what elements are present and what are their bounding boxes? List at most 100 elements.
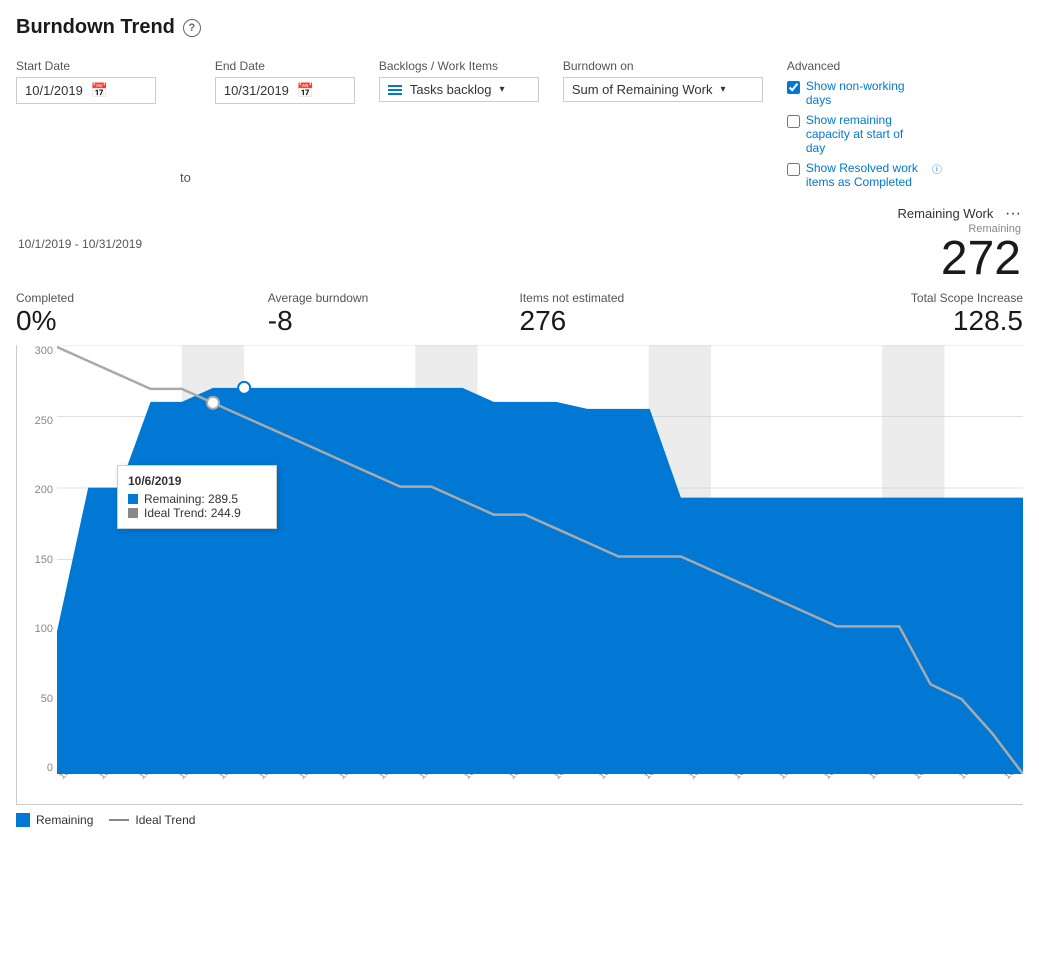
page-header: Burndown Trend ? bbox=[16, 16, 1023, 39]
date-separator: to bbox=[180, 170, 191, 185]
advanced-label: Advanced bbox=[787, 59, 942, 73]
end-date-label: End Date bbox=[215, 59, 355, 73]
x-label-21: 10/21/2019 bbox=[912, 774, 951, 781]
stat-completed-value: 0% bbox=[16, 305, 56, 337]
calendar-icon-start[interactable]: 📅 bbox=[91, 82, 108, 99]
calendar-icon-end[interactable]: 📅 bbox=[297, 82, 314, 99]
x-label-7: 10/7/2019 bbox=[297, 774, 332, 781]
start-date-label: Start Date bbox=[16, 59, 156, 73]
tooltip-ideal: Ideal Trend: 244.9 bbox=[144, 506, 241, 520]
tooltip-remaining-row: Remaining: 289.5 bbox=[128, 492, 266, 506]
y-label-50: 50 bbox=[41, 693, 53, 705]
x-label-2: 10/2/2019 bbox=[97, 774, 132, 781]
tooltip-dot-blue bbox=[128, 494, 138, 504]
x-label-23: 10/23/2019 bbox=[1002, 774, 1023, 781]
show-non-working-row: Show non-working days bbox=[787, 79, 942, 107]
y-label-150: 150 bbox=[35, 554, 53, 566]
legend-row: Remaining Ideal Trend bbox=[16, 813, 1023, 827]
start-date-value: 10/1/2019 bbox=[25, 83, 83, 98]
burndown-dropdown[interactable]: Sum of Remaining Work ▾ bbox=[563, 77, 763, 102]
show-resolved-checkbox[interactable] bbox=[787, 163, 800, 176]
x-label-13: 10/13/2019 bbox=[552, 774, 591, 781]
remaining-work-block: Remaining Work ··· Remaining 272 bbox=[898, 205, 1021, 283]
x-label-3: 10/3/2019 bbox=[137, 774, 172, 781]
stat-avg-burndown-label: Average burndown bbox=[268, 291, 369, 305]
remaining-work-title-text: Remaining Work bbox=[898, 206, 994, 221]
end-date-value: 10/31/2019 bbox=[224, 83, 289, 98]
stat-avg-burndown-value: -8 bbox=[268, 305, 293, 337]
y-label-250: 250 bbox=[35, 415, 53, 427]
x-axis: 10/1/2019 10/2/2019 10/3/2019 10/4/2019 … bbox=[57, 774, 1023, 804]
show-resolved-label[interactable]: Show Resolved work items as Completed bbox=[806, 161, 926, 189]
burndown-value: Sum of Remaining Work bbox=[572, 82, 713, 97]
x-label-1: 10/1/2019 bbox=[57, 774, 92, 781]
x-label-18: 10/18/2019 bbox=[777, 774, 816, 781]
x-label-14: 10/14/2019 bbox=[597, 774, 636, 781]
date-range-row: 10/1/2019 - 10/31/2019 Remaining Work ··… bbox=[16, 205, 1023, 283]
x-label-19: 10/19/2019 bbox=[822, 774, 861, 781]
x-label-9: 10/9/2019 bbox=[377, 774, 412, 781]
legend-ideal-label: Ideal Trend bbox=[135, 813, 195, 827]
x-label-17: 10/17/2019 bbox=[732, 774, 771, 781]
stat-items-label: Items not estimated bbox=[520, 291, 625, 305]
info-icon[interactable]: ⓘ bbox=[932, 161, 942, 176]
remaining-work-value: 272 bbox=[898, 235, 1021, 283]
stat-completed: Completed 0% bbox=[16, 291, 268, 337]
y-label-0: 0 bbox=[47, 762, 53, 774]
legend-remaining-label: Remaining bbox=[36, 813, 93, 827]
y-label-100: 100 bbox=[35, 623, 53, 635]
tooltip-ideal-row: Ideal Trend: 244.9 bbox=[128, 506, 266, 520]
start-date-input[interactable]: 10/1/2019 📅 bbox=[16, 77, 156, 104]
stat-items-value: 276 bbox=[520, 305, 567, 337]
legend-ideal-line bbox=[109, 819, 129, 821]
stat-average-burndown: Average burndown -8 bbox=[268, 291, 520, 337]
tasks-icon bbox=[388, 85, 402, 95]
end-date-input[interactable]: 10/31/2019 📅 bbox=[215, 77, 355, 104]
remaining-work-title: Remaining Work ··· bbox=[898, 205, 1021, 223]
stat-items-not-estimated: Items not estimated 276 bbox=[520, 291, 772, 337]
x-label-16: 10/16/2019 bbox=[687, 774, 726, 781]
tooltip-dot-gray bbox=[128, 508, 138, 518]
stats-row: Completed 0% Average burndown -8 Items n… bbox=[16, 291, 1023, 337]
legend-ideal-trend: Ideal Trend bbox=[109, 813, 195, 827]
help-icon[interactable]: ? bbox=[183, 19, 201, 37]
x-label-4: 10/4/2019 bbox=[177, 774, 212, 781]
y-label-200: 200 bbox=[35, 484, 53, 496]
controls-row: Start Date 10/1/2019 📅 to End Date 10/31… bbox=[16, 59, 1023, 189]
stat-total-scope: Total Scope Increase 128.5 bbox=[771, 291, 1023, 337]
chart-tooltip: 10/6/2019 Remaining: 289.5 Ideal Trend: … bbox=[117, 465, 277, 529]
x-label-6: 10/6/2019 bbox=[257, 774, 292, 781]
show-non-working-checkbox[interactable] bbox=[787, 81, 800, 94]
advanced-group: Advanced Show non-working days Show rema… bbox=[787, 59, 942, 189]
tooltip-date: 10/6/2019 bbox=[128, 474, 266, 488]
backlogs-dropdown-arrow: ▾ bbox=[500, 84, 505, 95]
tooltip-remaining: Remaining: 289.5 bbox=[144, 492, 238, 506]
start-date-group: Start Date 10/1/2019 📅 bbox=[16, 59, 156, 104]
stat-scope-value: 128.5 bbox=[953, 305, 1023, 337]
x-label-12: 10/12/2019 bbox=[507, 774, 546, 781]
chart-container: 300 250 200 150 100 50 0 bbox=[16, 345, 1023, 805]
chart-svg bbox=[57, 345, 1023, 774]
x-label-5: 10/5/2019 bbox=[217, 774, 252, 781]
backlogs-value: Tasks backlog bbox=[410, 82, 492, 97]
show-non-working-label[interactable]: Show non-working days bbox=[806, 79, 926, 107]
burndown-dropdown-arrow: ▾ bbox=[721, 84, 726, 95]
show-remaining-capacity-label[interactable]: Show remaining capacity at start of day bbox=[806, 113, 926, 155]
more-options[interactable]: ··· bbox=[1005, 205, 1021, 222]
stat-completed-label: Completed bbox=[16, 291, 74, 305]
end-date-group: End Date 10/31/2019 📅 bbox=[215, 59, 355, 104]
chart-area: 10/6/2019 Remaining: 289.5 Ideal Trend: … bbox=[57, 345, 1023, 774]
y-axis: 300 250 200 150 100 50 0 bbox=[17, 345, 57, 774]
show-remaining-capacity-row: Show remaining capacity at start of day bbox=[787, 113, 942, 155]
backlogs-dropdown[interactable]: Tasks backlog ▾ bbox=[379, 77, 539, 102]
show-resolved-row: Show Resolved work items as Completed ⓘ bbox=[787, 161, 942, 189]
date-range-label: 10/1/2019 - 10/31/2019 bbox=[18, 237, 142, 251]
x-label-8: 10/8/2019 bbox=[337, 774, 372, 781]
show-remaining-capacity-checkbox[interactable] bbox=[787, 115, 800, 128]
x-label-20: 10/20/2019 bbox=[867, 774, 906, 781]
backlogs-label: Backlogs / Work Items bbox=[379, 59, 539, 73]
page-title: Burndown Trend bbox=[16, 16, 175, 39]
legend-remaining-box bbox=[16, 813, 30, 827]
backlogs-group: Backlogs / Work Items Tasks backlog ▾ bbox=[379, 59, 539, 102]
x-label-15: 10/15/2019 bbox=[642, 774, 681, 781]
